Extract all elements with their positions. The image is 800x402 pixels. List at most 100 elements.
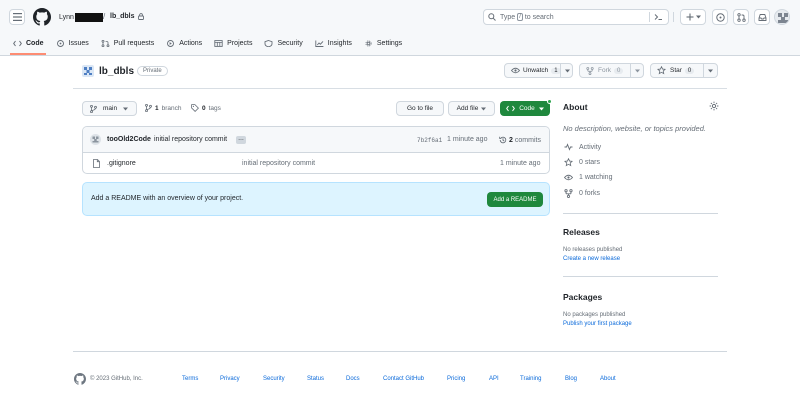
caret-down-icon: [538, 107, 544, 110]
global-header: Lynn / lb_dbls Type / to search Code Issu…: [0, 0, 800, 56]
table-icon: [214, 39, 223, 47]
footer-link-api[interactable]: API: [489, 376, 499, 382]
button-divider: [560, 63, 561, 78]
footer-link-contact[interactable]: Contact GitHub: [383, 376, 424, 382]
watching-link[interactable]: 1 watching: [564, 174, 612, 181]
commit-message[interactable]: initial repository commit: [154, 136, 227, 143]
issues-button[interactable]: [712, 9, 728, 25]
commits-link[interactable]: 2 commits: [499, 136, 541, 144]
tab-label: Actions: [179, 39, 203, 47]
footer-link-training[interactable]: Training: [520, 376, 541, 382]
footer-link-privacy[interactable]: Privacy: [220, 376, 240, 382]
tag-icon: [191, 104, 199, 112]
code-icon: [13, 40, 22, 46]
menu-button[interactable]: [9, 9, 25, 25]
footer-link-terms[interactable]: Terms: [182, 376, 198, 382]
search-icon: [488, 13, 496, 21]
repo-nav: Code Issues Pull requests Actions Projects Se…: [13, 37, 414, 49]
redacted-block: [74, 13, 103, 22]
pull-request-icon: [101, 39, 110, 47]
repo-title[interactable]: lb_dbls: [99, 66, 134, 77]
table-row[interactable]: .gitignore initial repository commit 1 m…: [83, 153, 549, 173]
caret-down-icon: [635, 69, 640, 73]
file-name[interactable]: .gitignore: [107, 160, 136, 167]
stars-link[interactable]: 0 stars: [564, 158, 600, 167]
footer-copyright: © 2023 GitHub, Inc.: [90, 376, 143, 382]
unwatch-button[interactable]: Unwatch 1: [504, 63, 573, 78]
caret-down-icon: [481, 107, 487, 110]
commit-sha[interactable]: 7b2f6a1: [417, 137, 442, 144]
fork-button[interactable]: Fork 0: [579, 63, 644, 78]
footer-link-about[interactable]: About: [600, 376, 616, 382]
readme-prompt-text: Add a README with an overview of your pr…: [91, 195, 244, 202]
footer-link-security[interactable]: Security: [263, 376, 285, 382]
github-logo-icon[interactable]: [33, 8, 51, 26]
create-new-button[interactable]: [680, 9, 706, 25]
commit-author[interactable]: tooOld2Code: [107, 136, 151, 143]
header-divider: [673, 12, 674, 22]
code-icon: [506, 105, 516, 112]
create-release-link[interactable]: Create a new release: [563, 256, 620, 262]
publish-package-link[interactable]: Publish your first package: [563, 321, 632, 327]
tab-projects[interactable]: Projects: [214, 37, 252, 49]
tab-label: Projects: [227, 39, 253, 47]
lock-icon: [137, 13, 144, 20]
go-to-file-button[interactable]: Go to file: [396, 101, 444, 116]
add-readme-button[interactable]: Add a README: [487, 192, 543, 207]
star-button[interactable]: Star 0: [650, 63, 718, 78]
author-avatar-icon[interactable]: [90, 134, 101, 145]
visibility-badge: Private: [137, 66, 168, 76]
command-palette-icon[interactable]: [654, 13, 663, 21]
fork-icon: [564, 189, 573, 198]
about-heading: About: [563, 102, 588, 112]
code-button[interactable]: Code: [500, 101, 550, 116]
eye-icon: [564, 174, 573, 181]
inbox-button[interactable]: [754, 9, 770, 25]
sidebar-divider: [563, 213, 718, 214]
tab-pull-requests[interactable]: Pull requests: [101, 37, 154, 49]
play-icon: [167, 39, 175, 47]
tab-label: Pull requests: [113, 39, 155, 47]
footer-link-status[interactable]: Status: [307, 376, 324, 382]
gear-icon[interactable]: [709, 101, 719, 111]
about-description: No description, website, or topics provi…: [563, 124, 706, 133]
footer-link-pricing[interactable]: Pricing: [447, 376, 465, 382]
tab-label: Security: [277, 39, 303, 47]
tab-actions[interactable]: Actions: [166, 37, 202, 49]
tab-settings[interactable]: Settings: [364, 37, 402, 49]
github-footer-logo-icon[interactable]: [74, 373, 86, 385]
caret-down-icon: [123, 107, 129, 110]
owner-avatar-icon: [82, 65, 94, 77]
tab-security[interactable]: Security: [264, 37, 303, 49]
repo-owner-avatar[interactable]: [82, 65, 94, 77]
file-commit-message[interactable]: initial repository commit: [242, 160, 315, 167]
footer-link-blog[interactable]: Blog: [565, 376, 577, 382]
tab-code[interactable]: Code: [13, 37, 44, 49]
search-input[interactable]: Type / to search: [483, 9, 669, 25]
releases-heading[interactable]: Releases: [563, 227, 600, 237]
history-icon: [499, 136, 507, 144]
footer-link-docs[interactable]: Docs: [346, 376, 360, 382]
activity-link[interactable]: Activity: [564, 143, 601, 151]
tab-issues[interactable]: Issues: [56, 37, 89, 49]
branch-select-button[interactable]: main: [82, 101, 137, 116]
fork-icon: [586, 66, 594, 75]
breadcrumb-repo[interactable]: lb_dbls: [110, 13, 144, 20]
releases-empty-text: No releases published: [563, 247, 623, 253]
gear-icon: [365, 40, 372, 46]
commit-expand-button[interactable]: …: [236, 136, 246, 144]
breadcrumb-owner[interactable]: Lynn: [59, 13, 103, 22]
pull-request-icon: [736, 12, 746, 22]
add-file-button[interactable]: Add file: [448, 101, 495, 116]
shield-icon: [265, 39, 273, 47]
branches-link[interactable]: 1 branch: [145, 104, 182, 112]
breadcrumb-separator: /: [103, 12, 106, 21]
tags-link[interactable]: 0 tags: [191, 104, 221, 112]
avatar[interactable]: [774, 9, 790, 25]
tab-insights[interactable]: Insights: [315, 37, 352, 49]
packages-heading[interactable]: Packages: [563, 292, 602, 302]
file-icon: [93, 159, 100, 168]
pull-requests-button[interactable]: [733, 9, 749, 25]
forks-link[interactable]: 0 forks: [564, 189, 600, 198]
search-divider: [649, 12, 650, 22]
